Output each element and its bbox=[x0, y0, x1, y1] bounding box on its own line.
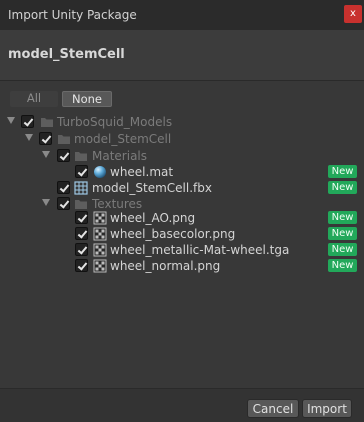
material-sphere-icon bbox=[94, 166, 106, 178]
new-badge: New bbox=[328, 259, 357, 272]
tree-row-tex-ao: wheel_AO.png New bbox=[0, 210, 364, 226]
checkbox-textures[interactable] bbox=[57, 197, 70, 210]
tree-row-fbx: model_StemCell.fbx New bbox=[0, 180, 364, 196]
tree-row-tex-metallic: wheel_metallic-Mat-wheel.tga New bbox=[0, 242, 364, 258]
tree-row-root: TurboSquid_Models bbox=[0, 114, 364, 130]
tree-label-tex-normal: wheel_normal.png bbox=[110, 259, 221, 273]
new-badge: New bbox=[328, 211, 357, 224]
folder-icon bbox=[58, 135, 70, 144]
package-header: model_StemCell bbox=[0, 30, 364, 81]
title-bar: Import Unity Package x bbox=[0, 0, 364, 30]
tree-row-materials: Materials bbox=[0, 148, 364, 164]
new-badge: New bbox=[328, 243, 357, 256]
package-name: model_StemCell bbox=[8, 47, 125, 62]
chevron-down-icon[interactable] bbox=[25, 134, 33, 141]
tree-label-materials: Materials bbox=[92, 149, 148, 163]
import-button[interactable]: Import bbox=[302, 399, 352, 418]
tree-row-tex-basecolor: wheel_basecolor.png New bbox=[0, 226, 364, 242]
tree-label-root: TurboSquid_Models bbox=[57, 115, 173, 129]
checkbox-root[interactable] bbox=[21, 115, 34, 128]
selection-buttons: All None bbox=[10, 91, 112, 107]
tree-label-fbx: model_StemCell.fbx bbox=[92, 181, 212, 195]
select-all-button[interactable]: All bbox=[10, 91, 58, 107]
checkbox-tex-metallic[interactable] bbox=[75, 243, 88, 256]
tree-label-tex-metallic: wheel_metallic-Mat-wheel.tga bbox=[110, 243, 290, 257]
tree-label-tex-basecolor: wheel_basecolor.png bbox=[110, 227, 236, 241]
new-badge: New bbox=[328, 181, 357, 194]
folder-icon bbox=[41, 118, 53, 127]
checkbox-fbx[interactable] bbox=[57, 181, 70, 194]
chevron-down-icon[interactable] bbox=[42, 151, 50, 158]
chevron-down-icon[interactable] bbox=[42, 199, 50, 206]
texture-icon bbox=[93, 227, 107, 241]
texture-icon bbox=[93, 211, 107, 225]
new-badge: New bbox=[328, 165, 357, 178]
tree-label-model-folder: model_StemCell bbox=[74, 132, 172, 146]
cancel-button[interactable]: Cancel bbox=[247, 399, 299, 418]
checkbox-materials[interactable] bbox=[57, 149, 70, 162]
tree-row-tex-normal: wheel_normal.png New bbox=[0, 258, 364, 274]
chevron-down-icon[interactable] bbox=[7, 117, 15, 124]
dialog-footer: Cancel Import bbox=[0, 388, 364, 422]
checkbox-wheel-mat[interactable] bbox=[75, 165, 88, 178]
new-badge: New bbox=[328, 227, 357, 240]
tree-label-textures: Textures bbox=[92, 197, 143, 211]
tree-row-model-folder: model_StemCell bbox=[0, 131, 364, 147]
folder-icon bbox=[75, 152, 87, 161]
close-button[interactable]: x bbox=[344, 5, 362, 23]
select-none-button[interactable]: None bbox=[62, 91, 112, 107]
checkbox-tex-ao[interactable] bbox=[75, 211, 88, 224]
texture-icon bbox=[93, 243, 107, 257]
window-title: Import Unity Package bbox=[8, 8, 137, 22]
checkbox-tex-normal[interactable] bbox=[75, 259, 88, 272]
tree-label-tex-ao: wheel_AO.png bbox=[110, 211, 196, 225]
checkbox-tex-basecolor[interactable] bbox=[75, 227, 88, 240]
tree-label-wheel-mat: wheel.mat bbox=[110, 165, 174, 179]
folder-icon bbox=[75, 200, 87, 209]
checkbox-model-folder[interactable] bbox=[39, 132, 52, 145]
tree-row-wheel-mat: wheel.mat New bbox=[0, 164, 364, 180]
texture-icon bbox=[93, 259, 107, 273]
mesh-grid-icon bbox=[74, 181, 88, 195]
